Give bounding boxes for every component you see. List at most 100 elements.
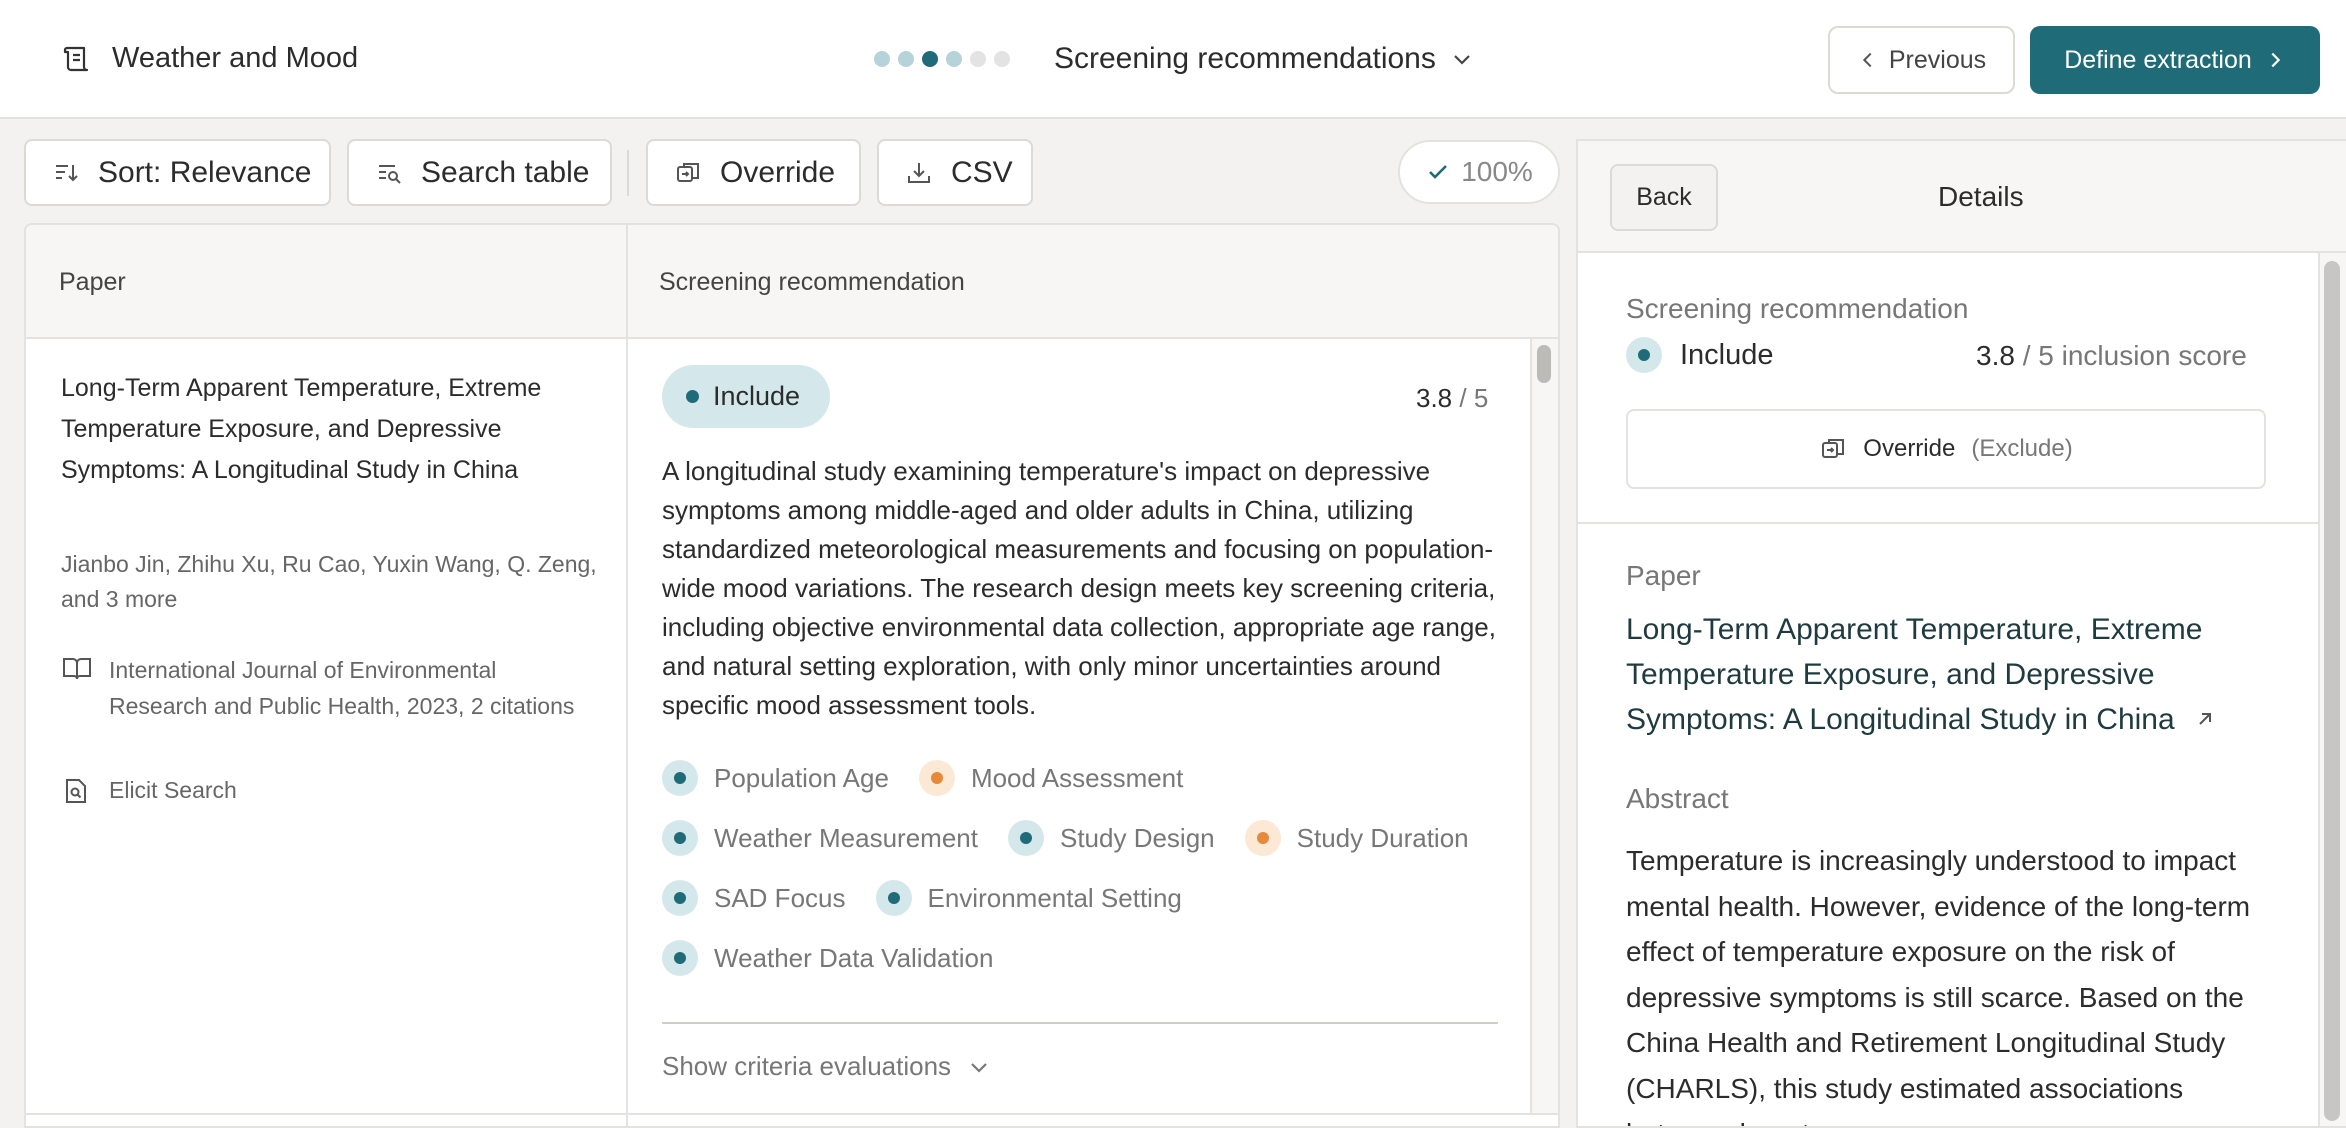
define-extraction-button[interactable]: Define extraction — [2030, 26, 2320, 94]
column-header-screening[interactable]: Screening recommendation — [659, 268, 965, 297]
papers-table: Paper Screening recommendation Long-Term… — [24, 223, 1560, 1128]
criterion-item[interactable]: Population Age — [662, 755, 889, 801]
criterion-label: Mood Assessment — [970, 762, 1184, 793]
row-divider — [26, 1113, 1558, 1115]
criterion-pass-icon — [662, 880, 698, 916]
check-icon — [1429, 165, 1448, 179]
recommendation-label: Include — [713, 381, 801, 411]
step-dot-current[interactable] — [922, 51, 938, 67]
show-criteria-toggle[interactable]: Show criteria evaluations — [662, 1051, 991, 1082]
criterion-item[interactable]: SAD Focus — [662, 875, 846, 921]
override-button[interactable]: Override — [646, 139, 861, 206]
criterion-item[interactable]: Weather Data Validation — [662, 935, 993, 981]
stage-label: Screening recommendations — [1054, 42, 1436, 75]
step-dot[interactable] — [946, 51, 962, 67]
criterion-label: Environmental Setting — [927, 882, 1182, 913]
criterion-item[interactable]: Mood Assessment — [918, 755, 1184, 801]
criterion-label: SAD Focus — [714, 882, 846, 913]
chevron-right-icon — [2271, 52, 2281, 68]
criterion-label: Weather Measurement — [714, 822, 978, 853]
recommendation-badge: Include — [662, 365, 830, 428]
details-override-label: Override — [1863, 435, 1956, 462]
column-header-paper[interactable]: Paper — [59, 268, 126, 297]
scroll-icon — [63, 46, 89, 72]
paper-title[interactable]: Long-Term Apparent Temperature, Extreme … — [61, 368, 581, 491]
criterion-pass-icon — [875, 880, 912, 916]
score-max: / 5 — [1459, 383, 1489, 413]
toolbar-divider — [627, 150, 629, 196]
table-header: Paper Screening recommendation — [26, 225, 1558, 339]
previous-label: Previous — [1888, 45, 1987, 74]
external-link-icon[interactable] — [2193, 707, 2217, 731]
details-panel: Back Details Screening recommendation In… — [1576, 139, 2346, 1128]
override-icon — [677, 162, 699, 182]
override-label: Override — [720, 155, 836, 189]
details-override-alt: (Exclude) — [1971, 435, 2073, 462]
details-recommendation: Include — [1626, 337, 1774, 373]
csv-download-button[interactable]: CSV — [877, 139, 1033, 206]
criterion-pass-icon — [1007, 820, 1044, 856]
details-paper-title-text[interactable]: Long-Term Apparent Temperature, Extreme … — [1626, 613, 2202, 736]
search-table-icon — [379, 164, 401, 184]
criterion-label: Population Age — [714, 762, 889, 793]
show-criteria-label: Show criteria evaluations — [662, 1051, 952, 1081]
score-value: 3.8 — [1416, 383, 1453, 413]
step-dot[interactable] — [874, 51, 890, 67]
details-paper-title[interactable]: Long-Term Apparent Temperature, Extreme … — [1626, 607, 2276, 742]
chevron-left-icon — [1862, 52, 1872, 68]
criterion-pass-icon — [662, 820, 698, 856]
chevron-down-icon — [1454, 55, 1470, 65]
criterion-item[interactable]: Weather Measurement — [662, 815, 978, 861]
previous-button[interactable]: Previous — [1828, 26, 2015, 94]
screening-section-label: Screening recommendation — [1626, 293, 1969, 324]
criterion-item[interactable]: Study Duration — [1244, 815, 1469, 861]
search-table-button[interactable]: Search table — [347, 139, 612, 206]
details-score-value: 3.8 — [1976, 340, 2015, 371]
details-recommendation-label: Include — [1680, 338, 1774, 371]
override-icon — [1822, 439, 1845, 458]
criterion-item[interactable]: Study Design — [1007, 815, 1215, 861]
criterion-pass-icon — [662, 940, 698, 976]
step-dot[interactable] — [994, 51, 1010, 67]
paper-authors: Jianbo Jin, Zhihu Xu, Ru Cao, Yuxin Wang… — [61, 551, 597, 612]
details-title: Details — [1938, 181, 2024, 212]
stage-dropdown[interactable]: Screening recommendations — [1054, 42, 1474, 76]
details-override-button[interactable]: Override (Exclude) — [1626, 409, 2266, 489]
progress-value: 100% — [1461, 156, 1533, 187]
criterion-label: Weather Data Validation — [714, 942, 994, 973]
abstract-section-label: Abstract — [1626, 783, 1729, 814]
details-scrollbar-thumb[interactable] — [2324, 261, 2340, 1121]
table-scrollbar[interactable] — [1530, 339, 1558, 1113]
criterion-item[interactable]: Environmental Setting — [875, 875, 1182, 921]
sort-label: Sort: Relevance — [98, 155, 312, 189]
back-button[interactable]: Back — [1610, 164, 1718, 231]
table-scrollbar-thumb[interactable] — [1537, 345, 1551, 383]
details-score: 3.8 / 5 inclusion score — [1976, 340, 2247, 372]
include-dot — [686, 390, 699, 403]
download-icon — [908, 162, 930, 183]
sort-icon — [56, 164, 78, 181]
step-indicator[interactable] — [874, 51, 1010, 69]
criterion-uncertain-icon — [1244, 820, 1281, 856]
criterion-label: Study Duration — [1296, 822, 1469, 853]
score: 3.8 / 5 — [1416, 383, 1488, 414]
criteria-list: Population Age Mood Assessment Weather M… — [662, 755, 1522, 981]
step-dot[interactable] — [970, 51, 986, 67]
criterion-pass-icon — [662, 760, 698, 796]
paper-journal: International Journal of Environmental R… — [109, 657, 575, 719]
step-dot[interactable] — [898, 51, 914, 67]
document-search-icon — [66, 779, 86, 803]
top-bar: Weather and Mood Screening recommendatio… — [0, 0, 2346, 119]
details-divider — [1578, 522, 2318, 524]
book-icon — [63, 658, 91, 680]
column-divider — [626, 225, 628, 1126]
details-header: Back Details — [1578, 141, 2346, 253]
progress-indicator: 100% — [1398, 140, 1560, 204]
chevron-down-icon — [971, 1062, 987, 1073]
sort-button[interactable]: Sort: Relevance — [24, 139, 331, 206]
define-extraction-label: Define extraction — [2064, 45, 2252, 74]
criteria-divider — [662, 1022, 1498, 1024]
paper-source: Elicit Search — [109, 777, 237, 803]
details-abstract: Temperature is increasingly understood t… — [1626, 845, 2251, 1126]
csv-label: CSV — [951, 155, 1013, 189]
